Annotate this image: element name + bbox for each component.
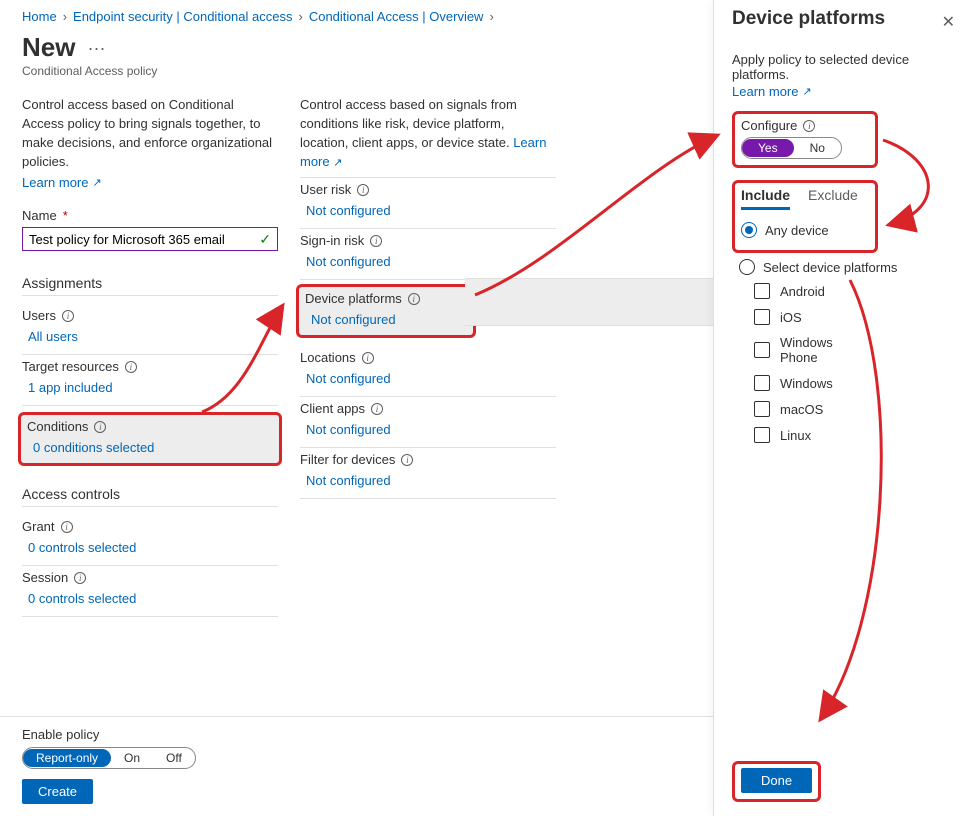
external-link-icon: ↗ — [802, 85, 811, 98]
done-button[interactable]: Done — [741, 768, 812, 793]
more-icon[interactable]: ··· — [87, 39, 105, 63]
chk-ios[interactable]: iOS — [754, 309, 955, 325]
conditions-block[interactable]: Conditionsi 0 conditions selected — [18, 412, 282, 466]
create-button[interactable]: Create — [22, 779, 93, 804]
user-risk-block[interactable]: User riski Not configured — [300, 178, 556, 229]
grant-value[interactable]: 0 controls selected — [22, 534, 278, 557]
device-platforms-value[interactable]: Not configured — [305, 306, 467, 329]
checkbox-icon — [754, 309, 770, 325]
signin-risk-block[interactable]: Sign-in riski Not configured — [300, 229, 556, 280]
toggle-no[interactable]: No — [794, 139, 841, 157]
filter-devices-block[interactable]: Filter for devicesi Not configured — [300, 448, 556, 499]
bc-conditional[interactable]: Conditional Access | Overview — [309, 9, 484, 24]
chk-macos[interactable]: macOS — [754, 401, 955, 417]
chevron-right-icon: › — [489, 9, 493, 24]
info-icon: i — [94, 421, 106, 433]
grant-block[interactable]: Granti 0 controls selected — [22, 515, 278, 566]
panel-description: Apply policy to selected device platform… — [732, 52, 955, 82]
include-exclude-tabs: Include Exclude — [741, 187, 869, 210]
panel-learn-more[interactable]: Learn more↗ — [732, 84, 955, 99]
users-block[interactable]: Usersi All users — [22, 304, 278, 355]
chk-windows[interactable]: Windows — [754, 375, 955, 391]
info-icon: i — [61, 521, 73, 533]
client-apps-value[interactable]: Not configured — [300, 416, 556, 439]
info-icon: i — [408, 293, 420, 305]
info-icon: i — [370, 235, 382, 247]
toggle-report-only[interactable]: Report-only — [23, 749, 111, 767]
learn-more-link[interactable]: Learn more↗ — [22, 175, 102, 190]
footer: Enable policy Report-only On Off Create — [0, 716, 715, 816]
external-link-icon: ↗ — [92, 176, 101, 189]
radio-select-platforms[interactable]: Select device platforms — [739, 259, 955, 275]
include-highlight: Include Exclude Any device — [732, 180, 878, 253]
info-icon: i — [62, 310, 74, 322]
page-title: New — [22, 32, 75, 63]
checkbox-icon — [754, 375, 770, 391]
breadcrumb: Home › Endpoint security | Conditional a… — [22, 5, 715, 32]
locations-block[interactable]: Locationsi Not configured — [300, 346, 556, 397]
tab-include[interactable]: Include — [741, 187, 790, 210]
chevron-right-icon: › — [298, 9, 302, 24]
name-label: Name * — [22, 208, 278, 223]
configure-toggle[interactable]: Yes No — [741, 137, 842, 159]
chk-android[interactable]: Android — [754, 283, 955, 299]
info-icon: i — [401, 454, 413, 466]
radio-icon — [739, 259, 755, 275]
col2-intro: Control access based on signals from con… — [300, 96, 556, 171]
signin-risk-value[interactable]: Not configured — [300, 248, 556, 271]
conditions-value[interactable]: 0 conditions selected — [27, 434, 273, 457]
done-highlight: Done — [732, 761, 821, 802]
toggle-on[interactable]: On — [111, 749, 153, 767]
info-icon: i — [357, 184, 369, 196]
chevron-right-icon: › — [63, 9, 67, 24]
name-input[interactable] — [29, 232, 253, 247]
chk-linux[interactable]: Linux — [754, 427, 955, 443]
locations-value[interactable]: Not configured — [300, 365, 556, 388]
close-icon[interactable]: ✕ — [942, 8, 955, 32]
bc-endpoint[interactable]: Endpoint security | Conditional access — [73, 9, 292, 24]
checkbox-icon — [754, 283, 770, 299]
checkbox-icon — [754, 401, 770, 417]
name-input-wrap: ✓ — [22, 227, 278, 251]
external-link-icon: ↗ — [333, 157, 342, 169]
selection-extension — [465, 278, 713, 326]
enable-policy-label: Enable policy — [22, 727, 693, 742]
info-icon: i — [362, 352, 374, 364]
user-risk-value[interactable]: Not configured — [300, 197, 556, 220]
info-icon: i — [803, 120, 815, 132]
device-platforms-panel: Device platforms ✕ Apply policy to selec… — [713, 0, 973, 816]
toggle-off[interactable]: Off — [153, 749, 195, 767]
toggle-yes[interactable]: Yes — [742, 139, 794, 157]
configure-highlight: Configurei Yes No — [732, 111, 878, 168]
chk-windows-phone[interactable]: Windows Phone — [754, 335, 955, 365]
checkbox-icon — [754, 427, 770, 443]
session-value[interactable]: 0 controls selected — [22, 585, 278, 608]
filter-devices-value[interactable]: Not configured — [300, 467, 556, 490]
assignments-heading: Assignments — [22, 269, 278, 296]
target-value[interactable]: 1 app included — [22, 374, 278, 397]
checkbox-icon — [754, 342, 770, 358]
intro-text: Control access based on Conditional Acce… — [22, 96, 278, 171]
users-value[interactable]: All users — [22, 323, 278, 346]
access-controls-heading: Access controls — [22, 480, 278, 507]
info-icon: i — [371, 403, 383, 415]
check-icon: ✓ — [259, 231, 271, 248]
device-platforms-block[interactable]: Device platformsi Not configured — [296, 284, 476, 338]
platform-list: Android iOS Windows Phone Windows macOS … — [754, 283, 955, 453]
target-block[interactable]: Target resourcesi 1 app included — [22, 355, 278, 406]
radio-any-device[interactable]: Any device — [741, 222, 869, 238]
info-icon: i — [74, 572, 86, 584]
bc-home[interactable]: Home — [22, 9, 57, 24]
panel-title: Device platforms — [732, 8, 885, 30]
tab-exclude[interactable]: Exclude — [808, 187, 858, 210]
client-apps-block[interactable]: Client appsi Not configured — [300, 397, 556, 448]
enable-policy-toggle[interactable]: Report-only On Off — [22, 747, 196, 769]
session-block[interactable]: Sessioni 0 controls selected — [22, 566, 278, 617]
info-icon: i — [125, 361, 137, 373]
radio-icon — [741, 222, 757, 238]
configure-label: Configurei — [741, 118, 869, 133]
page-subtitle: Conditional Access policy — [22, 64, 715, 78]
